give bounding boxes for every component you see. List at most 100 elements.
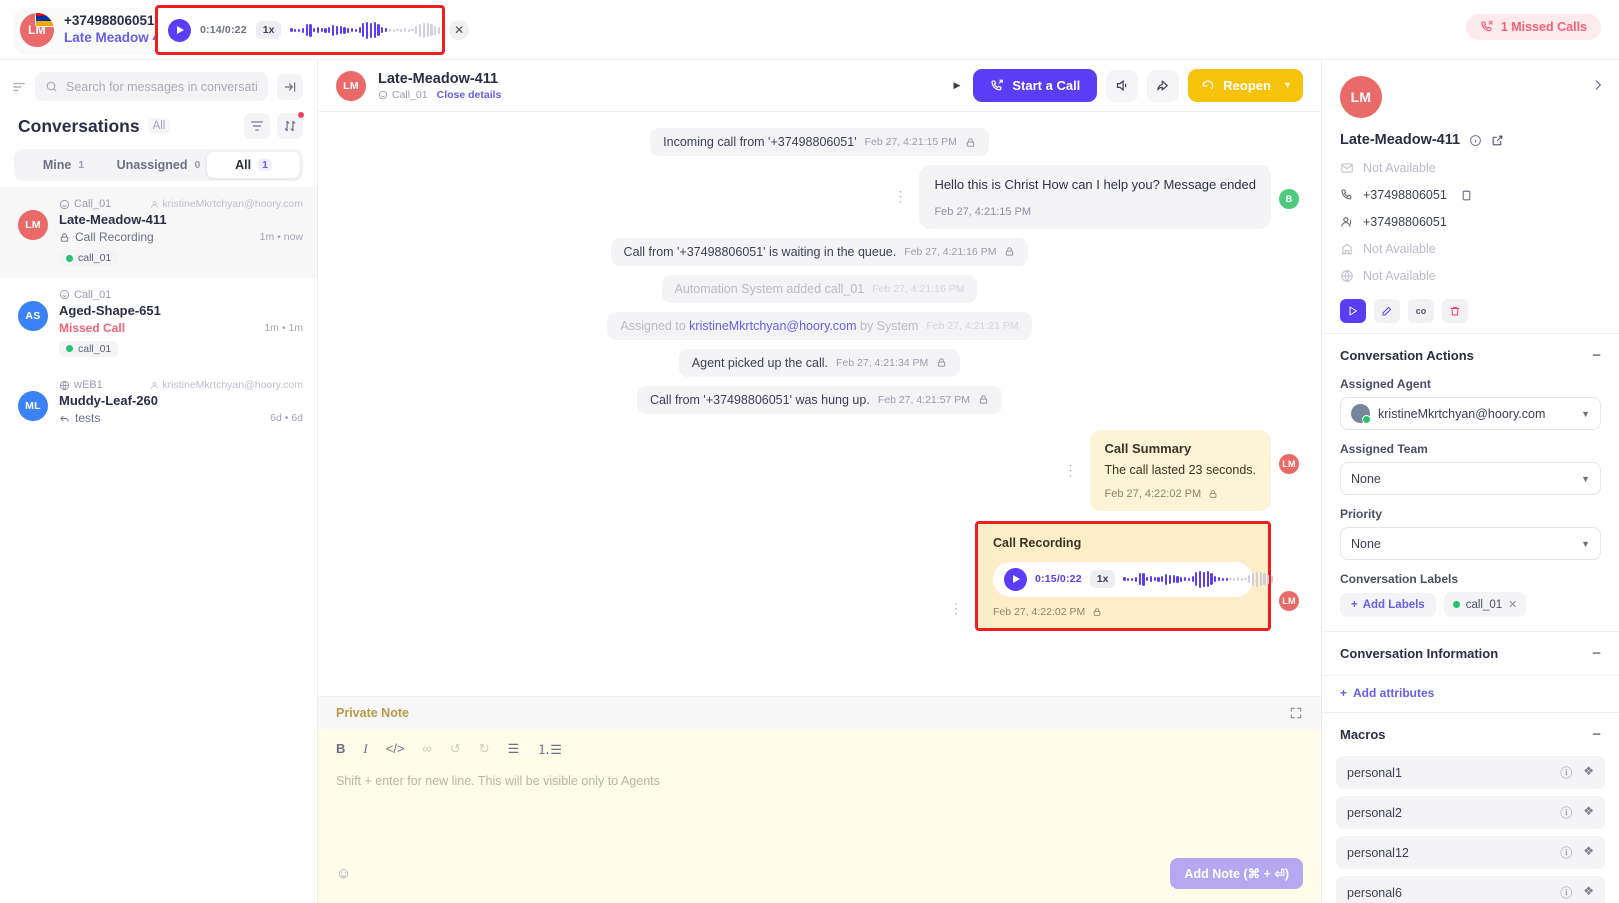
list-item[interactable]: personal12 ⓘ ❖: [1336, 836, 1605, 869]
add-note-button[interactable]: Add Note (⌘ + ⏎): [1170, 858, 1303, 889]
forward-button[interactable]: [1147, 69, 1180, 102]
playback-speed-button[interactable]: 1x: [255, 21, 282, 39]
redo-icon[interactable]: ↻: [479, 741, 490, 757]
conversation-name: Muddy-Leaf-260: [59, 393, 158, 408]
label-chip[interactable]: call_01 ✕: [1443, 592, 1527, 617]
contact-email: Not Available: [1340, 161, 1601, 175]
info-icon[interactable]: [1469, 134, 1482, 147]
undo-icon[interactable]: ↺: [450, 741, 461, 757]
code-icon[interactable]: </>: [386, 741, 405, 756]
conversation-label[interactable]: call_01: [59, 250, 119, 266]
tab-mine[interactable]: Mine 1: [17, 152, 110, 178]
run-macro-icon[interactable]: ❖: [1583, 804, 1594, 821]
note-title: Call Summary: [1104, 440, 1192, 456]
collapse-icon[interactable]: −: [1592, 726, 1601, 743]
message-row: Call from '+37498806051' was hung up. Fe…: [340, 385, 1299, 414]
chevron-down-icon[interactable]: ▾: [1285, 80, 1290, 91]
assigned-agent-select[interactable]: kristineMkrtchyan@hoory.com ▼: [1340, 397, 1601, 430]
collapse-icon[interactable]: −: [1592, 347, 1601, 364]
priority-select[interactable]: None ▼: [1340, 527, 1601, 560]
info-icon[interactable]: ⓘ: [1560, 844, 1572, 861]
playback-speed-button[interactable]: 1x: [1089, 570, 1116, 589]
run-macro-icon[interactable]: ❖: [1583, 764, 1594, 781]
start-a-call-button[interactable]: Start a Call: [973, 69, 1098, 102]
conversation-information-header[interactable]: Conversation Information −: [1322, 632, 1619, 675]
list-item[interactable]: LM Call_01 kristineMkrtchyan@hoory.com L…: [0, 187, 317, 278]
merge-contact-button[interactable]: co: [1408, 299, 1434, 323]
waveform[interactable]: [1123, 568, 1274, 590]
emoji-icon[interactable]: ☺: [336, 865, 351, 882]
play-icon[interactable]: [1004, 567, 1027, 591]
numbered-list-icon[interactable]: ⒈☰: [537, 739, 562, 758]
macros-header[interactable]: Macros −: [1322, 713, 1619, 756]
list-item[interactable]: personal2 ⓘ ❖: [1336, 796, 1605, 829]
add-attributes-button[interactable]: + Add attributes: [1322, 675, 1619, 712]
copy-icon[interactable]: [1460, 189, 1473, 202]
collapse-panel-icon[interactable]: [1591, 78, 1605, 92]
info-icon[interactable]: ⓘ: [1560, 804, 1572, 821]
tab-all[interactable]: All 1: [207, 152, 300, 178]
play-icon[interactable]: [168, 18, 191, 42]
note-input-area[interactable]: Shift + enter for new line. This will be…: [318, 764, 1321, 850]
message-options-icon[interactable]: ⋮: [1060, 462, 1082, 479]
filter-lines-icon[interactable]: [12, 80, 26, 94]
run-macro-icon[interactable]: ❖: [1583, 884, 1594, 901]
chevron-down-icon[interactable]: ▼: [1581, 474, 1590, 484]
filter-button[interactable]: [244, 113, 270, 139]
lock-icon: [60, 232, 69, 242]
conversation-filter-tabs: Mine 1 Unassigned 0 All 1: [14, 149, 303, 181]
mail-icon: [1340, 161, 1354, 175]
section-title: Conversation Actions: [1340, 348, 1474, 363]
list-item[interactable]: AS Call_01 Aged-Shape-651 Missed Call 1m…: [0, 278, 317, 369]
inbox-name: Call_01: [59, 198, 111, 210]
list-item[interactable]: personal6 ⓘ ❖: [1336, 876, 1605, 903]
link-icon[interactable]: ∞: [423, 741, 432, 756]
search-row: [0, 60, 317, 109]
missed-calls-badge[interactable]: 1 Missed Calls: [1465, 14, 1601, 40]
message-options-icon[interactable]: ⋮: [889, 188, 911, 205]
remove-label-icon[interactable]: ✕: [1508, 598, 1517, 611]
app-root: LM +37498806051 Late Meadow 411 0:14/0:2…: [0, 0, 1619, 903]
top-bar: LM +37498806051 Late Meadow 411 0:14/0:2…: [0, 0, 1619, 60]
conversation-actions-header[interactable]: Conversation Actions −: [1322, 334, 1619, 377]
waveform[interactable]: [290, 19, 441, 41]
bullet-list-icon[interactable]: ☰: [508, 741, 520, 757]
chevron-down-icon[interactable]: ▼: [1581, 539, 1590, 549]
search-input[interactable]: [66, 79, 258, 94]
avatar-initials: LM: [1350, 89, 1372, 105]
list-item[interactable]: personal1 ⓘ ❖: [1336, 756, 1605, 789]
macro-label: personal2: [1347, 805, 1402, 820]
mention-link[interactable]: kristineMkrtchyan@hoory.com: [689, 319, 856, 333]
expand-caret-icon[interactable]: ▶: [953, 80, 960, 91]
outgoing-message: Hello this is Christ How can I help you?…: [919, 165, 1271, 229]
sort-button[interactable]: [277, 111, 305, 139]
assigned-team-select[interactable]: None ▼: [1340, 462, 1601, 495]
info-icon[interactable]: ⓘ: [1560, 764, 1572, 781]
tab-unassigned[interactable]: Unassigned 0: [112, 152, 205, 178]
mute-button[interactable]: [1106, 69, 1139, 102]
info-icon[interactable]: ⓘ: [1560, 884, 1572, 901]
bold-icon[interactable]: B: [336, 741, 345, 756]
open-external-icon[interactable]: [1491, 134, 1504, 147]
reopen-button[interactable]: Reopen ▾: [1188, 69, 1303, 102]
italic-icon[interactable]: I: [363, 741, 367, 757]
tab-private-note[interactable]: Private Note: [336, 706, 409, 720]
collapse-icon[interactable]: −: [1592, 645, 1601, 662]
close-details-link[interactable]: Close details: [437, 89, 502, 101]
user-id-icon: [1340, 215, 1354, 229]
timestamp: 1m • 1m: [264, 321, 303, 334]
expand-composer-icon[interactable]: [1289, 706, 1303, 720]
edit-contact-button[interactable]: [1374, 299, 1400, 323]
delete-contact-button[interactable]: [1442, 299, 1468, 323]
message-text: Call from '+37498806051' is waiting in t…: [623, 244, 897, 259]
list-item[interactable]: ML wEB1 kristineMkrtchyan@hoory.com Mudd…: [0, 368, 317, 436]
collapse-sidebar-button[interactable]: [277, 73, 303, 100]
search-box[interactable]: [35, 72, 268, 101]
add-labels-button[interactable]: + Add Labels: [1340, 592, 1436, 617]
conversation-label[interactable]: call_01: [59, 340, 119, 357]
send-message-button[interactable]: [1340, 299, 1366, 323]
message-options-icon[interactable]: ⋮: [945, 600, 967, 617]
run-macro-icon[interactable]: ❖: [1583, 844, 1594, 861]
chevron-down-icon[interactable]: ▼: [1581, 409, 1590, 419]
close-icon[interactable]: ✕: [449, 20, 470, 40]
